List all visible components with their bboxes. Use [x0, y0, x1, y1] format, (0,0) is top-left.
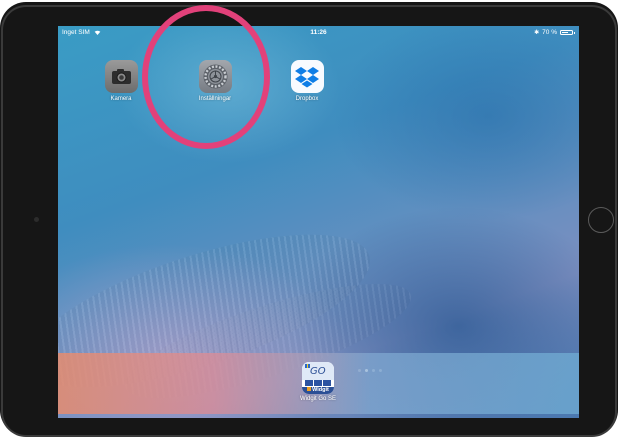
- widgit-brand-bar: Widgit: [302, 387, 334, 394]
- bluetooth-icon: ✱: [534, 30, 540, 36]
- battery-icon: [560, 30, 575, 35]
- status-bar: Inget SIM 11:26 ✱ 70 %: [58, 26, 579, 40]
- widgit-go-text: GO: [310, 366, 326, 377]
- app-kamera[interactable]: Kamera: [96, 60, 146, 102]
- camera-icon: [104, 60, 138, 93]
- highlight-circle: [142, 5, 270, 149]
- front-camera: [34, 217, 39, 222]
- app-label: Widgit Go SE: [299, 396, 336, 402]
- widgit-logo-square: [307, 387, 312, 391]
- home-button[interactable]: [588, 207, 614, 233]
- battery-fill: [562, 32, 569, 33]
- widgit-symbol-cells: [305, 380, 331, 386]
- app-label: Dropbox: [295, 96, 319, 102]
- app-dropbox[interactable]: Dropbox: [282, 60, 332, 102]
- dropbox-icon: [290, 60, 324, 93]
- app-widgit-go-se[interactable]: GO Widgit Widgit Go SE: [291, 362, 345, 402]
- status-time: 11:26: [310, 29, 327, 36]
- widgit-go-icon: GO Widgit: [302, 362, 334, 394]
- battery-tip: [573, 32, 575, 34]
- widgit-brand-text: Widgit: [312, 387, 329, 393]
- app-label: Kamera: [110, 96, 132, 102]
- battery-percentage: 70 %: [542, 29, 557, 36]
- dock: GO Widgit Widgit Go SE: [58, 353, 579, 414]
- status-right: ✱ 70 %: [534, 29, 575, 36]
